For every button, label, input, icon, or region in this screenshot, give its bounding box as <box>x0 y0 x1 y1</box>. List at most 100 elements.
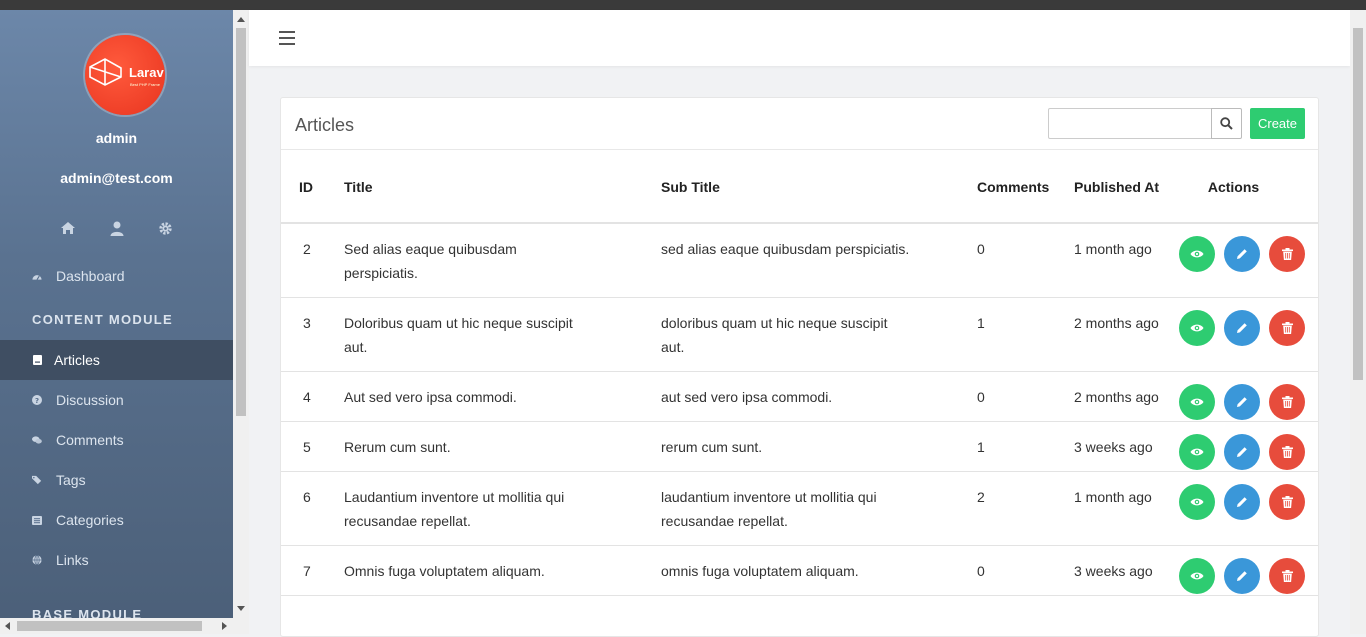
cell-subtitle: sed alias eaque quibusdam perspiciatis. <box>661 223 977 298</box>
cell-subtitle: aut sed vero ipsa commodi. <box>661 371 977 422</box>
cell-published: 1 month ago <box>1074 471 1179 546</box>
view-button[interactable] <box>1179 558 1215 594</box>
cell-title: Doloribus quam ut hic neque suscipit aut… <box>344 297 661 372</box>
edit-button[interactable] <box>1224 558 1260 594</box>
edit-button[interactable] <box>1224 484 1260 520</box>
cell-comments: 0 <box>977 545 1074 596</box>
delete-button[interactable] <box>1269 384 1305 420</box>
sidebar-item-label: Articles <box>54 352 100 368</box>
sidebar-vertical-scrollbar[interactable] <box>233 10 249 634</box>
edit-button[interactable] <box>1224 236 1260 272</box>
column-header-id[interactable]: ID <box>281 151 344 224</box>
column-header-subtitle[interactable]: Sub Title <box>661 151 977 224</box>
home-icon[interactable] <box>60 220 76 236</box>
table-row[interactable]: 3 Doloribus quam ut hic neque suscipit a… <box>281 297 1318 372</box>
scroll-right-arrow-icon[interactable] <box>222 622 227 630</box>
delete-button[interactable] <box>1269 434 1305 470</box>
gear-icon[interactable] <box>158 220 174 236</box>
view-button[interactable] <box>1179 484 1215 520</box>
table-row[interactable]: 6 Laudantium inventore ut mollitia qui r… <box>281 471 1318 546</box>
cell-subtitle-text: doloribus quam ut hic neque suscipit aut… <box>661 315 888 355</box>
create-button[interactable]: Create <box>1250 108 1305 139</box>
column-header-comments[interactable]: Comments <box>977 151 1074 224</box>
user-icon[interactable] <box>109 220 125 236</box>
quick-links <box>0 220 233 236</box>
table-row[interactable]: 5 Rerum cum sunt. rerum cum sunt. 1 3 we… <box>281 421 1318 472</box>
scroll-left-arrow-icon[interactable] <box>5 622 10 630</box>
table-row[interactable]: 7 Omnis fuga voluptatem aliquam. omnis f… <box>281 545 1318 596</box>
eye-icon <box>1190 324 1204 332</box>
cell-id-text: 4 <box>303 389 311 405</box>
view-button[interactable] <box>1179 236 1215 272</box>
logo-subtext: Best PHP Frame <box>130 82 160 87</box>
menu-toggle-icon[interactable] <box>279 31 295 45</box>
cell-id: 5 <box>281 421 344 472</box>
cell-comments-text: 2 <box>977 489 985 505</box>
cell-published: 2 months ago <box>1074 371 1179 422</box>
sidebar-item-categories[interactable]: Categories <box>0 500 233 540</box>
column-header-title[interactable]: Title <box>344 151 661 224</box>
sidebar-item-label: Dashboard <box>56 268 125 284</box>
sidebar-item-links[interactable]: Links <box>0 540 233 580</box>
sidebar-item-label: Links <box>56 552 89 568</box>
sidebar-item-articles[interactable]: Articles <box>0 340 233 380</box>
edit-button[interactable] <box>1224 384 1260 420</box>
user-email: admin@test.com <box>60 170 173 186</box>
delete-button[interactable] <box>1269 310 1305 346</box>
scroll-up-arrow-icon[interactable] <box>237 17 245 22</box>
view-button[interactable] <box>1179 384 1215 420</box>
scrollbar-thumb[interactable] <box>17 621 202 631</box>
cell-actions <box>1179 545 1318 596</box>
top-header <box>249 10 1350 66</box>
search-button[interactable] <box>1211 108 1242 139</box>
cell-id-text: 6 <box>303 489 311 505</box>
question-circle-icon: ? <box>32 395 42 405</box>
view-button[interactable] <box>1179 434 1215 470</box>
pencil-icon <box>1237 571 1247 581</box>
search-input[interactable] <box>1048 108 1212 139</box>
sidebar-item-dashboard[interactable]: Dashboard <box>0 256 233 296</box>
cell-comments: 0 <box>977 223 1074 298</box>
cell-subtitle: omnis fuga voluptatem aliquam. <box>661 545 977 596</box>
cell-comments: 1 <box>977 421 1074 472</box>
table-row[interactable]: 2 Sed alias eaque quibusdam perspiciatis… <box>281 223 1318 298</box>
edit-button[interactable] <box>1224 310 1260 346</box>
sidebar-horizontal-scrollbar[interactable] <box>0 618 233 634</box>
trash-icon <box>1281 248 1293 260</box>
column-header-published[interactable]: Published At <box>1074 151 1179 224</box>
comments-icon <box>32 435 42 445</box>
tags-icon <box>32 475 42 485</box>
delete-button[interactable] <box>1269 484 1305 520</box>
sidebar-item-tags[interactable]: Tags <box>0 460 233 500</box>
delete-button[interactable] <box>1269 236 1305 272</box>
trash-icon <box>1281 396 1293 408</box>
cell-subtitle: doloribus quam ut hic neque suscipit aut… <box>661 297 977 372</box>
cell-published: 3 weeks ago <box>1074 545 1179 596</box>
table-row[interactable]: 4 Aut sed vero ipsa commodi. aut sed ver… <box>281 371 1318 422</box>
eye-icon <box>1190 398 1204 406</box>
cell-published: 2 months ago <box>1074 297 1179 372</box>
cell-actions <box>1179 371 1318 422</box>
delete-button[interactable] <box>1269 558 1305 594</box>
scroll-down-arrow-icon[interactable] <box>237 606 245 611</box>
cell-title-text: Omnis fuga voluptatem aliquam. <box>344 563 545 579</box>
browser-top-strip <box>0 0 1366 10</box>
sidebar-item-discussion[interactable]: ? Discussion <box>0 380 233 420</box>
scrollbar-thumb[interactable] <box>236 28 246 416</box>
scrollbar-thumb[interactable] <box>1353 28 1363 380</box>
avatar[interactable]: Larav Best PHP Frame <box>85 35 165 115</box>
eye-icon <box>1190 498 1204 506</box>
view-button[interactable] <box>1179 310 1215 346</box>
main-vertical-scrollbar[interactable] <box>1350 10 1366 634</box>
cell-title: Omnis fuga voluptatem aliquam. <box>344 545 661 596</box>
search-icon <box>1220 117 1233 130</box>
dashboard-icon <box>32 271 42 281</box>
sidebar-item-comments[interactable]: Comments <box>0 420 233 460</box>
eye-icon <box>1190 572 1204 580</box>
pencil-icon <box>1237 323 1247 333</box>
edit-button[interactable] <box>1224 434 1260 470</box>
cell-id: 4 <box>281 371 344 422</box>
book-icon <box>32 355 42 365</box>
user-name: admin <box>95 130 138 146</box>
eye-icon <box>1190 448 1204 456</box>
